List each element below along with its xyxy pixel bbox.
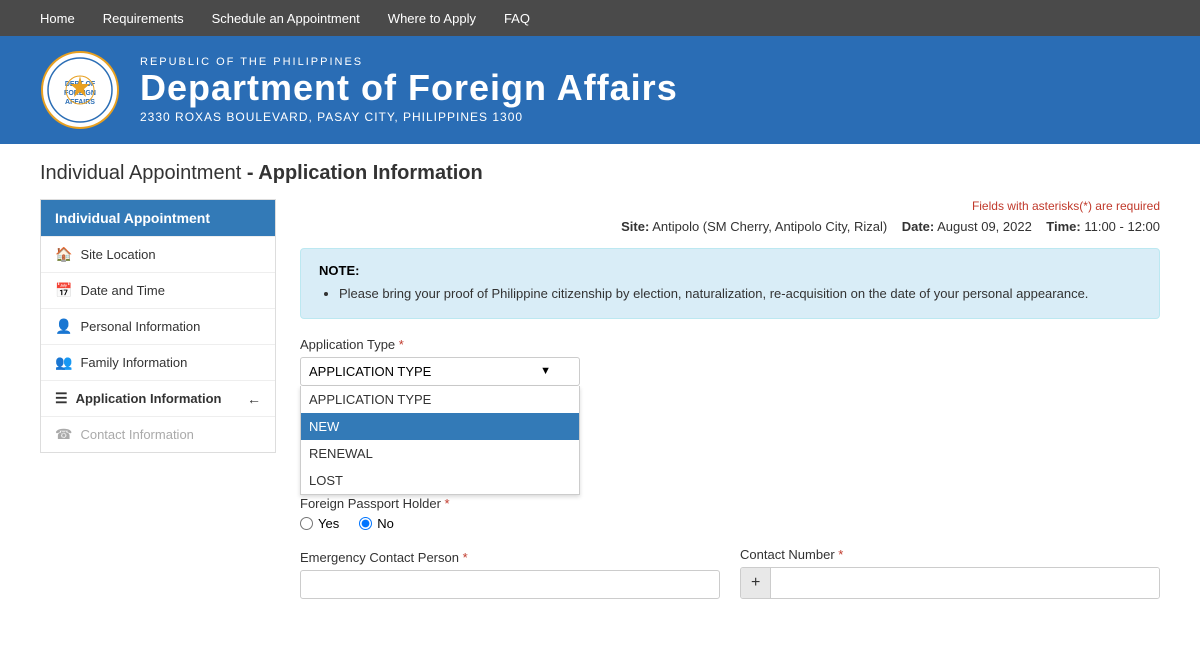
foreign-passport-group: Foreign Passport Holder * Yes No [300,496,1160,531]
sidebar: Individual Appointment 🏠 Site Location 📅… [40,199,276,453]
note-box: NOTE: Please bring your proof of Philipp… [300,248,1160,319]
emergency-contact-label: Emergency Contact Person * [300,550,720,565]
dropdown-trigger[interactable]: APPLICATION TYPE ▼ [300,357,580,386]
contact-number-label: Contact Number * [740,547,1160,562]
page-title: Individual Appointment - Application Inf… [40,162,1160,185]
sidebar-label-site-location: Site Location [80,247,155,262]
sidebar-item-family-info[interactable]: 👥 Family Information [41,344,275,380]
contact-row: Emergency Contact Person * Contact Numbe… [300,547,1160,615]
sidebar-arrow-icon: ← [247,391,261,407]
radio-yes-label[interactable]: Yes [300,516,339,531]
page-title-prefix: Individual Appointment [40,162,241,184]
contact-number-input[interactable] [771,568,1159,598]
required-asterisk-4: * [838,547,843,562]
required-asterisk: * [399,337,404,352]
radio-no-label[interactable]: No [359,516,394,531]
sidebar-label-personal-info: Personal Information [80,319,200,334]
nav-where-to-apply[interactable]: Where to Apply [388,11,476,26]
sidebar-label-contact-info: Contact Information [80,427,193,442]
sidebar-label-family-info: Family Information [80,355,187,370]
radio-yes[interactable] [300,517,313,530]
radio-yes-text: Yes [318,516,339,531]
list-icon: ☰ [55,390,68,407]
nav-schedule[interactable]: Schedule an Appointment [212,11,360,26]
emergency-contact-group: Emergency Contact Person * [300,550,720,599]
date-value: August 09, 2022 [937,219,1032,234]
dfa-seal: DEPT OF FOREIGN AFFAIRS [40,50,120,130]
note-title: NOTE: [319,263,1141,278]
phone-icon: ☎ [55,426,72,443]
site-info-block: Site: Antipolo (SM Cherry, Antipolo City… [300,219,1160,234]
sidebar-item-application-info[interactable]: ☰ Application Information ← [41,380,275,416]
application-type-group: Application Type * APPLICATION TYPE ▼ AP… [300,337,1160,386]
calendar-icon: 📅 [55,282,72,299]
contact-plus-icon: + [741,568,771,598]
page-content: Individual Appointment - Application Inf… [0,144,1200,645]
application-type-dropdown[interactable]: APPLICATION TYPE ▼ APPLICATION TYPE NEW … [300,357,580,386]
top-nav: Home Requirements Schedule an Appointmen… [0,0,1200,36]
note-list: Please bring your proof of Philippine ci… [319,284,1141,304]
emergency-contact-input[interactable] [300,570,720,599]
dropdown-option-application-type[interactable]: APPLICATION TYPE [301,386,579,413]
site-label: Site: [621,219,649,234]
main-area: Fields with asterisks(*) are required Si… [300,199,1160,615]
time-label: Time: [1046,219,1080,234]
time-value: 11:00 - 12:00 [1084,219,1160,234]
sidebar-label-application-info: Application Information [76,391,222,406]
home-icon: 🏠 [55,246,72,263]
required-asterisk-3: * [463,550,468,565]
application-type-label: Application Type * [300,337,1160,352]
page-title-suffix: - Application Information [247,162,483,184]
sidebar-item-date-time[interactable]: 📅 Date and Time [41,272,275,308]
department-name: Department of Foreign Affairs [140,68,678,108]
foreign-passport-radio-group: Yes No [300,516,1160,531]
site-value: Antipolo (SM Cherry, Antipolo City, Riza… [652,219,887,234]
contact-number-inner: + [740,567,1160,599]
nav-requirements[interactable]: Requirements [103,11,184,26]
user-icon: 👤 [55,318,72,335]
users-icon: 👥 [55,354,72,371]
required-asterisk-2: * [445,496,450,511]
radio-no[interactable] [359,517,372,530]
dropdown-selected-value: APPLICATION TYPE [309,364,431,379]
sidebar-item-contact-info[interactable]: ☎ Contact Information [41,416,275,452]
dropdown-option-new[interactable]: NEW [301,413,579,440]
dropdown-option-renewal[interactable]: RENEWAL [301,440,579,467]
contact-number-group: Contact Number * + [740,547,1160,599]
header-text: Republic of the Philippines Department o… [140,56,678,124]
sidebar-label-date-time: Date and Time [80,283,165,298]
sidebar-item-personal-info[interactable]: 👤 Personal Information [41,308,275,344]
dropdown-option-lost[interactable]: LOST [301,467,579,494]
date-label: Date: [902,219,935,234]
note-item-1: Please bring your proof of Philippine ci… [339,284,1141,304]
page-header: DEPT OF FOREIGN AFFAIRS Republic of the … [0,36,1200,144]
sidebar-header: Individual Appointment [41,200,275,236]
sidebar-item-site-location[interactable]: 🏠 Site Location [41,236,275,272]
department-address: 2330 Roxas Boulevard, Pasay City, Philip… [140,110,678,124]
foreign-passport-label: Foreign Passport Holder * [300,496,1160,511]
fields-required-note: Fields with asterisks(*) are required [300,199,1160,213]
chevron-down-icon: ▼ [540,365,551,377]
radio-no-text: No [377,516,394,531]
dropdown-list: APPLICATION TYPE NEW RENEWAL LOST [300,386,580,495]
nav-faq[interactable]: FAQ [504,11,530,26]
nav-home[interactable]: Home [40,11,75,26]
main-layout: Individual Appointment 🏠 Site Location 📅… [40,199,1160,615]
